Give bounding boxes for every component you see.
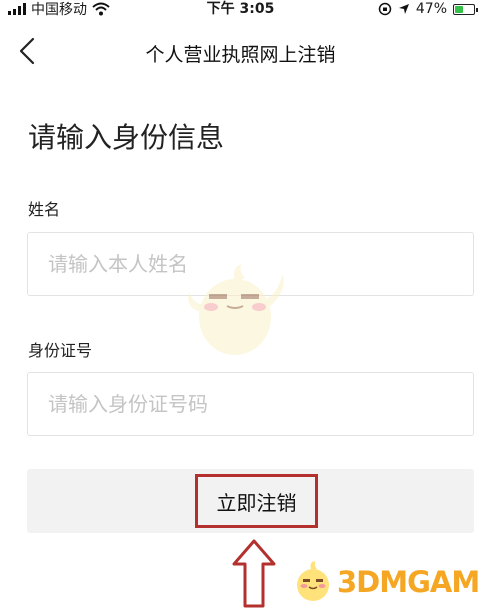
orientation-lock-icon	[378, 2, 392, 16]
annotation-up-arrow-icon	[232, 539, 276, 608]
battery-fill	[455, 5, 463, 13]
watermark-text: 3DMGAME	[337, 565, 481, 599]
form-heading: 请输入身份信息	[28, 121, 225, 154]
cellular-signal-icon	[8, 3, 26, 15]
status-left: 中国移动	[8, 0, 110, 18]
cancel-license-button[interactable]	[27, 469, 474, 533]
wifi-icon	[92, 2, 110, 16]
carrier-name: 中国移动	[31, 2, 87, 18]
battery-icon	[453, 3, 478, 15]
page-title: 个人营业执照网上注销	[145, 44, 336, 66]
chick-logo-icon	[297, 561, 329, 601]
id-label: 身份证号	[28, 341, 93, 360]
battery-percent: 47%	[415, 1, 447, 17]
id-number-input[interactable]	[27, 372, 474, 436]
status-bar: 中国移动 下午 3:05 47%	[0, 0, 481, 18]
location-arrow-icon	[398, 4, 409, 14]
back-arrow-icon[interactable]	[14, 36, 44, 66]
status-right: 47%	[378, 0, 478, 18]
nav-bar: 个人营业执照网上注销	[0, 26, 481, 76]
name-label: 姓名	[28, 200, 61, 219]
site-watermark: 3DMGAME	[291, 560, 481, 604]
mascot-watermark-icon	[188, 264, 284, 355]
